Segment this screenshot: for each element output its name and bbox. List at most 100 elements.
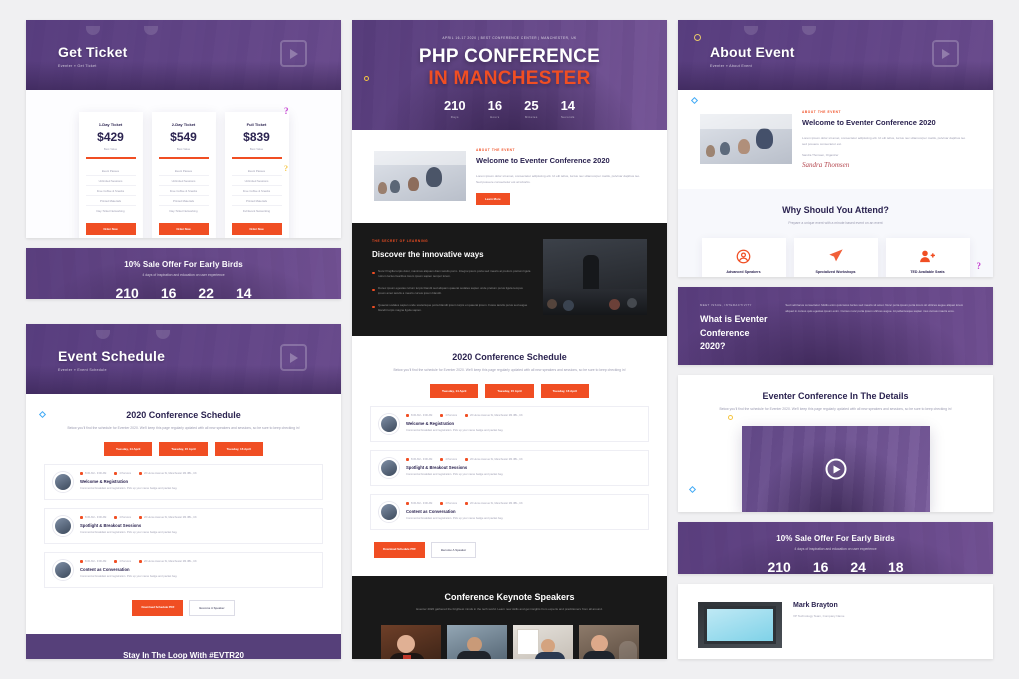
speaker-card[interactable]: William Smith CEO, Founder [446,625,507,659]
feature: Free Coffee & Snacks [85,186,136,196]
countdown-label: Days [450,115,459,119]
download-schedule-button[interactable]: Download Schedule PDF [132,600,184,617]
welcome-title: Welcome to Eventer Conference 2020 [802,118,936,127]
feature-title: TED Available Seats [910,270,945,275]
hero-title-line1: PHP CONFERENCE [418,46,601,67]
profile-photo [698,602,782,649]
schedule-actions: Download Schedule PDF Become A Speaker [370,541,649,558]
pricing-card[interactable]: 1-Day Ticket $429 Best Value Event Passe… [78,112,143,238]
section-title: Eventer Conference In The Details [762,391,909,402]
schedule-place: 20 Hume Avenue St, Manchester M4 3BL, UK [139,560,197,564]
avatar [53,560,73,581]
schedule-row[interactable]: 8:30 AM - 9:00 AM 4 Persons 20 Hume Aven… [370,405,649,442]
feature: Printed Materials [85,196,136,206]
welcome-photo [700,114,792,165]
feature: Free Coffee & Snacks [158,186,209,196]
feature-cards: Advanced Speakers Prima sempre porta cur… [694,238,977,278]
breadcrumb: Eventer » About Event [710,64,753,68]
schedule-day-tabs: Tuesday, 14 April Tuesday, 15 April Tues… [370,383,649,398]
countdown: 210 Days 16 Hours 24 Minutes 18 Seconds [678,560,993,574]
tab-day-2[interactable]: Tuesday, 15 April [159,442,208,457]
avatar [379,457,399,478]
feature: Full Event Networking [242,208,271,213]
tab-day-2[interactable]: Tuesday, 15 April [485,383,534,398]
countdown-unit: 210 Days [444,99,466,119]
play-button[interactable] [825,458,846,480]
countdown-unit: 16 Hours [488,99,502,119]
feature: Unlimited Sessions [85,176,136,186]
become-speaker-button[interactable]: Become A Speaker [430,541,477,558]
pricing-card[interactable]: 2-Day Ticket $549 Best Value Event Passe… [151,112,216,238]
feature-card[interactable]: Specialized Workshops Prima sempre porta… [793,238,878,278]
speakers-section: Conference Keynote Speakers Eventer 2020… [352,575,667,659]
tab-day-1[interactable]: Tuesday, 14 April [104,442,153,457]
divider [158,157,209,159]
download-schedule-button[interactable]: Download Schedule PDF [374,541,425,558]
tab-day-1[interactable]: Tuesday, 14 April [430,383,479,398]
schedule-row[interactable]: 8:30 AM - 9:00 AM 4 Persons 20 Hume Aven… [44,508,323,545]
bullet: Quaerat sodales sapien unde scelerisque … [372,303,531,314]
schedule-speaker: 4 Persons [114,472,131,476]
feature: Day-Ticket Networking [169,208,198,213]
avatar [379,501,399,522]
order-now-button[interactable]: Order Now [158,223,209,235]
schedule-title: Spotlight & Breakout Sessions [80,523,142,529]
schedule-row[interactable]: 8:30 AM - 9:00 AM 4 Persons 20 Hume Aven… [44,552,323,589]
countdown-value: 16 [160,284,177,300]
paper-plane-icon [802,248,870,264]
schedule-time: 8:30 AM - 9:00 AM [406,457,433,461]
welcome-photo [374,151,466,202]
stats-counters: 678 Participants 30 Speakers 55 Hours of… [678,354,993,365]
schedule-speaker: 4 Persons [440,413,457,417]
breadcrumb: Eventer » Event Schedule [58,368,107,373]
countdown-unit: 16 Hours [161,286,177,300]
place-text: 20 Hume Avenue St, Manchester M4 3BL, UK [144,516,197,520]
countdown-value: 14 [560,98,576,113]
feature-card[interactable]: Advanced Speakers Prima sempre porta cur… [701,238,786,278]
speaker-photo [578,625,639,659]
feature: Event Passes [85,166,136,176]
pricing-card[interactable]: Full Ticket $839 Best Value Event Passes… [224,112,289,238]
section-title: 2020 Conference Schedule [452,351,567,362]
video-player[interactable] [741,426,930,512]
feature-card[interactable]: TED Available Seats Prima sempre porta c… [885,238,970,278]
time-text: 8:30 AM - 9:00 AM [411,457,433,461]
order-now-button[interactable]: Order Now [85,223,136,235]
schedule-row[interactable]: 8:30 AM - 9:00 AM 4 Persons 20 Hume Aven… [370,493,649,530]
plan-price: $429 [97,130,124,144]
feature: Event Passes [231,166,282,176]
schedule-row[interactable]: 8:30 AM - 9:00 AM 4 Persons 20 Hume Aven… [44,464,323,501]
schedule-section-left: 2020 Conference Schedule Below you'll fi… [26,394,341,635]
gap [26,309,341,314]
tab-day-3[interactable]: Tuesday, 16 April [540,383,589,398]
schedule-day-tabs: Tuesday, 14 April Tuesday, 15 April Tues… [44,442,323,457]
welcome-desc: Lorem ipsum dolor sit amet, consectetur … [476,173,641,184]
newsletter-section: Stay In The Loop With #EVTR20 Eventer 20… [26,634,341,659]
tab-day-3[interactable]: Tuesday, 16 April [214,442,263,457]
speaker-card[interactable]: William Smith CEO, Founder [512,625,573,659]
learn-more-button[interactable]: Learn More [476,192,510,205]
pricing-cards: 1-Day Ticket $429 Best Value Event Passe… [26,112,341,238]
section-title: Conference Keynote Speakers [444,591,575,602]
place-text: 20 Hume Avenue St, Manchester M4 3BL, UK [144,560,197,564]
feature: Printed Materials [231,196,282,206]
sale-offer-banner-left: 10% Sale Offer For Early Birds 4 days of… [26,247,341,300]
schedule-speaker: 4 Persons [114,560,131,564]
become-speaker-button[interactable]: Become A Speaker [189,600,235,617]
stat-value: 30 [797,364,811,365]
countdown-unit: 210 Days [767,560,790,574]
feature: Unlimited Sessions [231,176,282,186]
speaker-card[interactable]: William Smith CEO, Founder [578,625,639,659]
time-text: 8:30 AM - 9:00 AM [85,560,107,564]
hero-title-line2: IN MANCHESTER [428,68,591,89]
schedule-row[interactable]: 8:30 AM - 9:00 AM 4 Persons 20 Hume Aven… [370,449,649,486]
speaker-card[interactable]: William Smith CEO, Founder [380,625,441,659]
signature: Sandra Thomsen [802,160,850,169]
countdown-label: Minutes [525,115,538,119]
place-text: 20 Hume Avenue St, Manchester M4 3BL, UK [144,472,197,476]
schedule-desc: Commercial breakfast and registration. P… [80,575,178,579]
welcome-desc: Lorem ipsum dolor sit amet, consectetur … [802,135,966,146]
speaker-text: 4 Persons [445,457,458,461]
plan-features: Event Passes Unlimited Sessions Free Cof… [231,166,282,215]
order-now-button[interactable]: Order Now [231,223,282,235]
